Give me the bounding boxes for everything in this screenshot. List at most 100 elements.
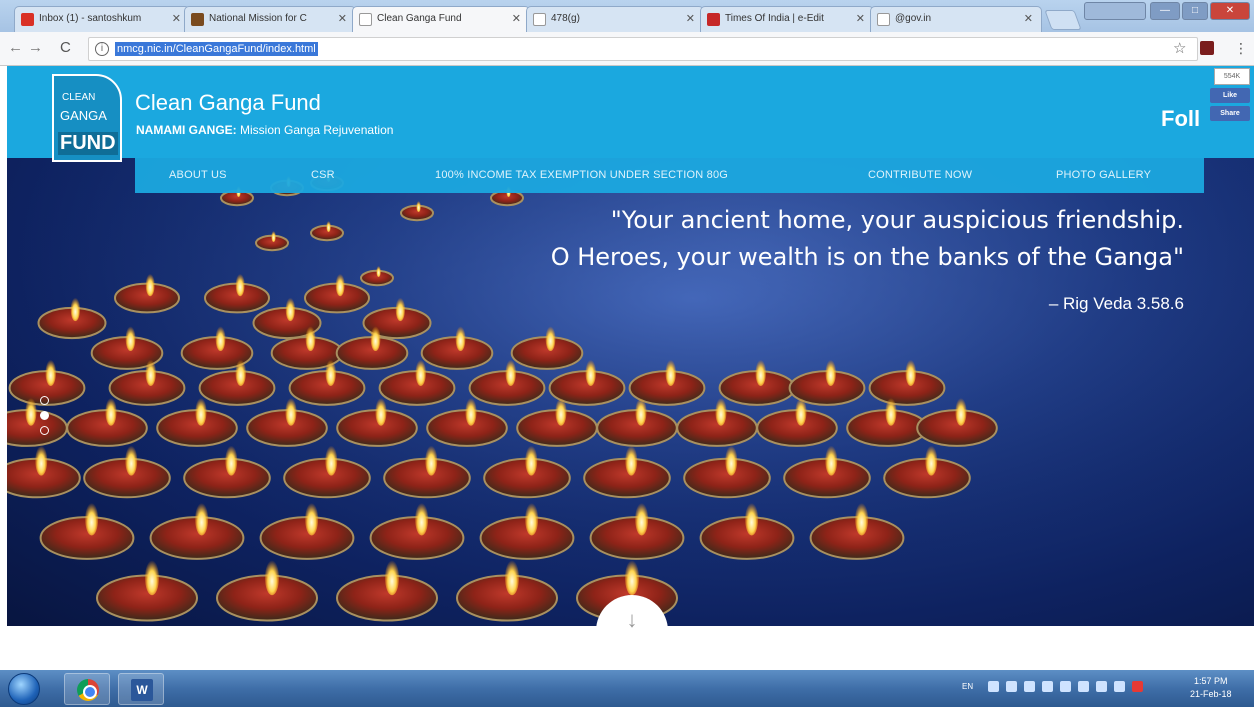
- diya-flame: [525, 502, 539, 536]
- system-clock[interactable]: 1:57 PM 21-Feb-18: [1190, 675, 1232, 701]
- diya-flame: [715, 397, 727, 426]
- nav-csr[interactable]: CSR: [311, 169, 335, 181]
- close-tab-icon[interactable]: ✕: [856, 12, 865, 25]
- diya-flame: [45, 359, 56, 386]
- close-tab-icon[interactable]: ✕: [686, 12, 695, 25]
- tab-title: @gov.in: [895, 13, 932, 24]
- diya-flame: [625, 445, 638, 476]
- diya-flame: [416, 200, 421, 213]
- battery-icon[interactable]: [1096, 681, 1107, 692]
- close-tab-icon[interactable]: ✕: [512, 12, 521, 25]
- url-input[interactable]: i nmcg.nic.in/CleanGangaFund/index.html: [88, 37, 1198, 61]
- volume-icon[interactable]: [1114, 681, 1125, 692]
- tab-gov[interactable]: @gov.in ✕: [870, 6, 1042, 32]
- tab-title: Clean Ganga Fund: [377, 13, 462, 24]
- diya-flame: [885, 397, 897, 426]
- slide-dot-2[interactable]: [40, 411, 49, 420]
- diya-flame: [905, 359, 916, 386]
- close-tab-icon[interactable]: ✕: [172, 12, 181, 25]
- back-icon[interactable]: ←: [8, 39, 23, 56]
- tab-gmail[interactable]: Inbox (1) - santoshkum ✕: [14, 6, 190, 32]
- maximize-button[interactable]: □: [1182, 2, 1208, 20]
- tray-icon[interactable]: [988, 681, 999, 692]
- info-icon[interactable]: i: [95, 42, 109, 56]
- diya-flame: [271, 230, 276, 243]
- nav-tax-exemption[interactable]: 100% INCOME TAX EXEMPTION UNDER SECTION …: [435, 169, 728, 181]
- tab-nmcg[interactable]: National Mission for C ✕: [184, 6, 356, 32]
- facebook-like-button[interactable]: Like: [1210, 88, 1250, 103]
- tab-times-of-india[interactable]: Times Of India | e-Edit ✕: [700, 6, 874, 32]
- facebook-widget: 554K Like Share: [1210, 68, 1252, 128]
- flag-icon[interactable]: [1078, 681, 1089, 692]
- diya-flame: [85, 502, 99, 536]
- diya-flame: [925, 445, 938, 476]
- diya-flame: [425, 445, 438, 476]
- diya-flame: [415, 502, 429, 536]
- site-subtitle: NAMAMI GANGE: Mission Ganga Rejuvenation: [136, 123, 393, 137]
- logo-line-2: GANGA: [60, 108, 107, 123]
- scroll-down-button[interactable]: ↓: [596, 595, 668, 667]
- slide-dot-3[interactable]: [40, 426, 49, 435]
- close-tab-icon[interactable]: ✕: [1024, 12, 1033, 25]
- menu-icon[interactable]: ⋮: [1234, 40, 1248, 57]
- diya-flame: [145, 560, 159, 596]
- taskbar-word[interactable]: W: [118, 673, 164, 705]
- tab-title: Times Of India | e-Edit: [725, 13, 824, 24]
- tray-icon[interactable]: [1042, 681, 1053, 692]
- reload-icon[interactable]: C: [60, 39, 71, 56]
- nav-contribute-now[interactable]: CONTRIBUTE NOW: [868, 169, 972, 181]
- diya-flame: [745, 502, 759, 536]
- diya-flame: [625, 560, 639, 596]
- nav-photo-gallery[interactable]: PHOTO GALLERY: [1056, 169, 1151, 181]
- diya-flame: [525, 445, 538, 476]
- forward-icon[interactable]: →: [28, 39, 43, 56]
- like-count: 554K: [1214, 68, 1250, 85]
- diya-flame: [225, 445, 238, 476]
- diya-flame: [755, 359, 766, 386]
- profile-button[interactable]: [1084, 2, 1146, 20]
- diya-flame: [665, 359, 676, 386]
- page-icon: [533, 13, 546, 26]
- diya-flame: [265, 560, 279, 596]
- diya-flame: [545, 326, 556, 352]
- clean-ganga-fund-logo[interactable]: CLEAN GANGA FUND: [52, 74, 122, 162]
- diya-flame: [125, 326, 136, 352]
- network-icon[interactable]: [1060, 681, 1071, 692]
- close-window-button[interactable]: ✕: [1210, 2, 1250, 20]
- diya-flame: [370, 326, 381, 352]
- follow-label: Foll: [1161, 106, 1201, 131]
- tab-478g[interactable]: 478(g) ✕: [526, 6, 704, 32]
- taskbar-chrome[interactable]: [64, 673, 110, 705]
- tray-icon[interactable]: [1024, 681, 1035, 692]
- diya-flame: [505, 359, 516, 386]
- antivirus-icon[interactable]: [1132, 681, 1143, 692]
- slide-dot-1[interactable]: [40, 396, 49, 405]
- diya-flame: [395, 297, 406, 322]
- diya-flame: [25, 397, 37, 426]
- main-navigation: ABOUT US CSR 100% INCOME TAX EXEMPTION U…: [135, 158, 1204, 193]
- arrow-down-icon: ↓: [626, 607, 638, 632]
- extension-icon[interactable]: [1200, 41, 1214, 55]
- site-title[interactable]: Clean Ganga Fund: [135, 90, 321, 116]
- tab-title: Inbox (1) - santoshkum: [39, 13, 142, 24]
- system-tray: [988, 681, 1150, 692]
- minimize-button[interactable]: —: [1150, 2, 1180, 20]
- language-indicator[interactable]: EN: [962, 682, 973, 691]
- diya-flame: [195, 502, 209, 536]
- tray-icon[interactable]: [1006, 681, 1017, 692]
- windows-start-button[interactable]: [8, 673, 40, 705]
- new-tab-button[interactable]: [1044, 10, 1082, 30]
- diya-flame: [335, 273, 345, 297]
- windows-taskbar: W EN 1:57 PM 21-Feb-18: [0, 670, 1254, 707]
- site-header: Clean Ganga Fund NAMAMI GANGE: Mission G…: [7, 66, 1254, 158]
- toi-icon: [707, 13, 720, 26]
- tab-clean-ganga-fund[interactable]: Clean Ganga Fund ✕: [352, 6, 530, 32]
- facebook-share-button[interactable]: Share: [1210, 106, 1250, 121]
- bookmark-star-icon[interactable]: ☆: [1173, 39, 1186, 57]
- quote-line-1: "Your ancient home, your auspicious frie…: [610, 206, 1184, 234]
- diya-flame: [505, 560, 519, 596]
- diya-flame: [855, 502, 869, 536]
- diya-flame: [195, 397, 207, 426]
- nav-about-us[interactable]: ABOUT US: [169, 169, 227, 181]
- close-tab-icon[interactable]: ✕: [338, 12, 347, 25]
